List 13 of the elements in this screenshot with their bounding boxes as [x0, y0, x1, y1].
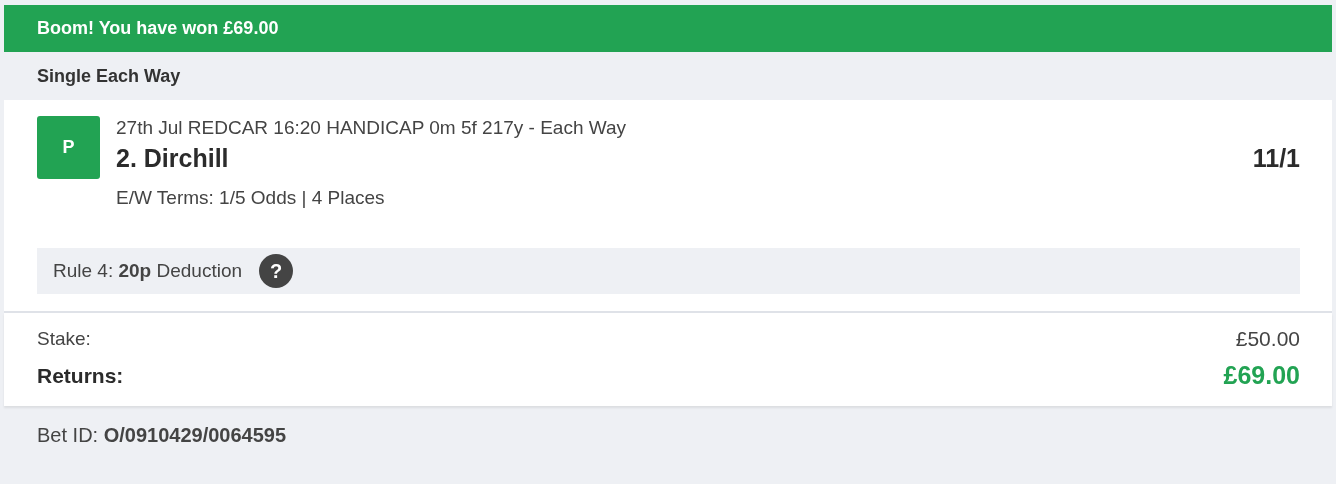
rule-four-text: Rule 4: 20p Deduction	[53, 260, 243, 282]
win-banner: Boom! You have won £69.00	[4, 5, 1332, 52]
summary-value: £69.00	[1223, 361, 1300, 390]
summary-label: Stake:	[37, 328, 91, 350]
runner-name: 2. Dirchill	[116, 144, 229, 173]
odds-text: 11/1	[1252, 144, 1300, 173]
summary-value: £50.00	[1235, 327, 1300, 351]
event-text: 27th Jul REDCAR 16:20 HANDICAP 0m 5f 217y - Each Way	[116, 116, 628, 140]
ew-terms-text: E/W Terms: 1/5 Odds | 4 Places	[116, 187, 386, 209]
bet-id-text: Bet ID: O/0910429/0064595	[37, 424, 287, 446]
result-badge: P	[37, 116, 100, 179]
summary-label: Returns:	[37, 363, 124, 388]
help-button[interactable]: ?	[259, 254, 294, 288]
